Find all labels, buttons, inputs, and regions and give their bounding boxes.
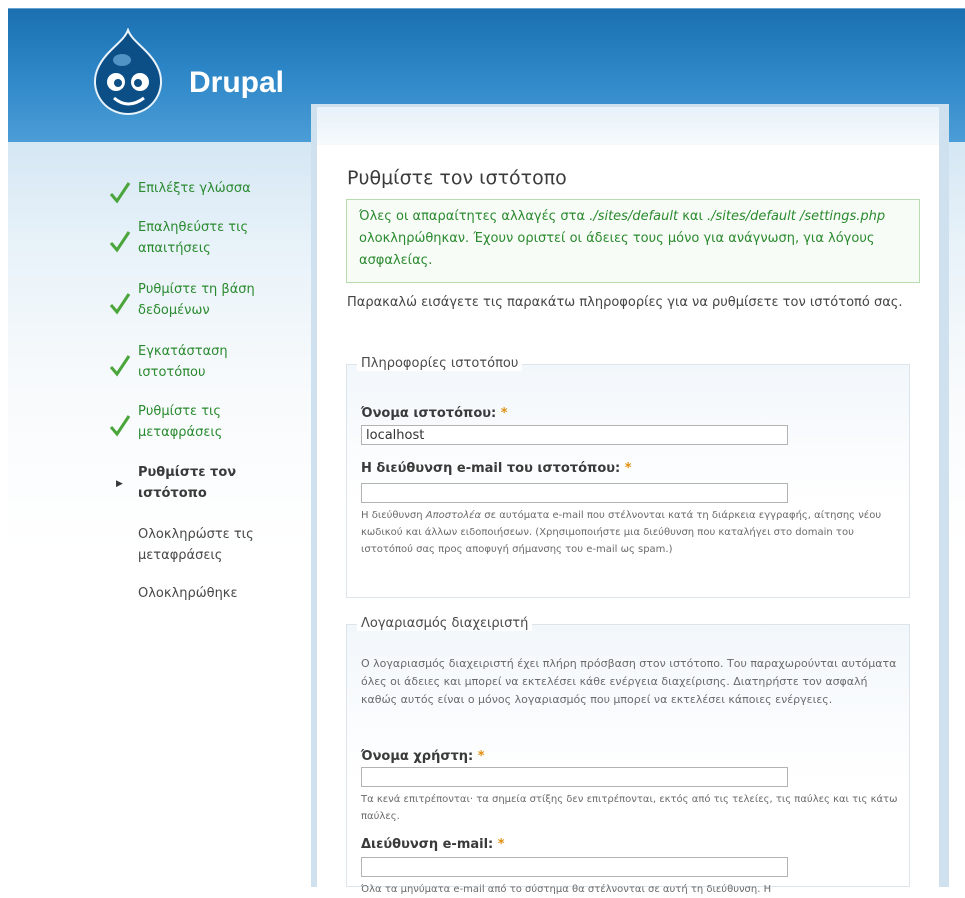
- step-label: Εγκατάσταση ιστοτόπου: [138, 344, 228, 380]
- site-email-description: Η διεύθυνση Αποστολέα σε αυτόματα e-mail…: [361, 507, 901, 558]
- email-description: Όλα τα μηνύματα e-mail από το σύστημα θα…: [361, 884, 772, 895]
- site-name-label: Όνομα ιστοτόπου: *: [361, 406, 508, 421]
- step-label: Ολοκληρώθηκε: [138, 586, 238, 601]
- site-name-input[interactable]: [361, 425, 788, 445]
- site-email-label: Η διεύθυνση e-mail του ιστοτόπου: *: [361, 461, 632, 476]
- step-label: Ρυθμίστε τη βάση δεδομένων: [138, 282, 255, 318]
- checkmark-icon: [109, 355, 131, 377]
- checkmark-icon: [109, 293, 131, 315]
- username-description: Τα κενά επιτρέπονται· τα σημεία στίξης δ…: [361, 794, 898, 822]
- required-marker: *: [477, 749, 485, 764]
- status-text: και: [678, 209, 707, 224]
- status-path-settings: ./sites/default /settings.php: [706, 209, 886, 224]
- checkmark-icon: [109, 231, 131, 253]
- label-text: Όνομα χρήστη:: [361, 749, 474, 764]
- step-label: Ολοκληρώστε τις μεταφράσεις: [138, 527, 254, 563]
- status-text: ολοκληρώθηκαν. Έχουν οριστεί οι άδειες τ…: [359, 231, 875, 268]
- fieldset-legend: Λογαριασμός διαχειριστή: [357, 616, 533, 631]
- step-label: Επιλέξτε γλώσσα: [138, 181, 251, 196]
- page-title: Ρυθμίστε τον ιστότοπο: [347, 167, 567, 189]
- admin-account-description: Ο λογαριασμός διαχειριστή έχει πλήρη πρό…: [361, 657, 897, 706]
- label-text: Διεύθυνση e-mail:: [361, 837, 494, 852]
- desc-emphasis: Αποστολέα: [425, 510, 482, 521]
- admin-account-fieldset: Λογαριασμός διαχειριστή Ο λογαριασμός δι…: [346, 616, 910, 895]
- step-label: Επαληθεύστε τις απαιτήσεις: [138, 220, 249, 256]
- main-topband: [317, 107, 939, 145]
- username-label: Όνομα χρήστη: *: [361, 749, 485, 764]
- step-label: Ρυθμίστε τον ιστότοπο: [138, 465, 237, 501]
- site-email-input[interactable]: [361, 483, 788, 503]
- status-path-default: ./sites/default: [589, 209, 679, 224]
- desc-text: Η διεύθυνση: [361, 510, 426, 521]
- fieldset-legend: Πληροφορίες ιστοτόπου: [357, 356, 523, 371]
- email-label: Διεύθυνση e-mail: *: [361, 837, 505, 852]
- checkmark-icon: [109, 415, 131, 437]
- intro-text: Παρακαλώ εισάγετε τις παρακάτω πληροφορί…: [347, 295, 903, 310]
- status-text: Όλες οι απαραίτητες αλλαγές στα: [359, 209, 590, 224]
- status-message: Όλες οι απαραίτητες αλλαγές στα ./sites/…: [346, 199, 920, 283]
- username-input[interactable]: [361, 767, 788, 787]
- site-info-fieldset: Πληροφορίες ιστοτόπου Όνομα ιστοτόπου: *…: [346, 356, 910, 598]
- drupal-logo-icon[interactable]: [88, 28, 168, 118]
- site-name[interactable]: Drupal: [189, 66, 284, 100]
- email-input[interactable]: [361, 857, 788, 877]
- label-text: Η διεύθυνση e-mail του ιστοτόπου:: [361, 461, 621, 476]
- checkmark-icon: [109, 182, 131, 204]
- required-marker: *: [624, 461, 632, 476]
- label-text: Όνομα ιστοτόπου:: [361, 406, 497, 421]
- step-label: Ρυθμίστε τις μεταφράσεις: [138, 404, 223, 440]
- required-marker: *: [500, 406, 508, 421]
- current-step-arrow-icon: ▶: [116, 479, 123, 489]
- required-marker: *: [497, 837, 505, 852]
- header-topline: [8, 8, 965, 9]
